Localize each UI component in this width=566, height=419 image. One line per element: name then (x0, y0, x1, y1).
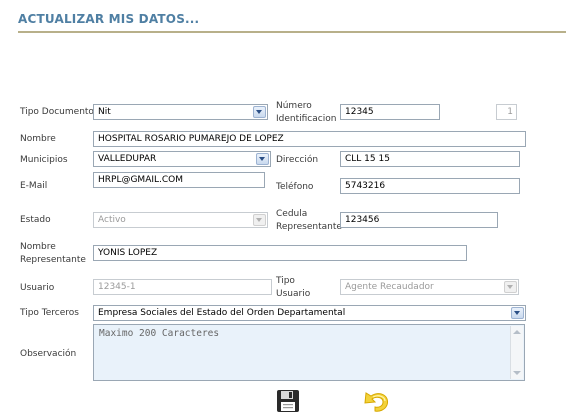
estado-label: Estado (20, 215, 51, 225)
chevron-down-icon (253, 106, 266, 118)
scroll-down-icon[interactable] (513, 371, 521, 375)
telefono-input[interactable]: 5743216 (340, 178, 520, 194)
chevron-down-icon (504, 281, 517, 293)
tipo-usuario-select[interactable]: Agente Recaudador (340, 279, 519, 295)
municipios-label: Municipios (20, 155, 68, 165)
cedula-representante-label-line1: Cedula (276, 209, 308, 219)
nombre-representante-label-line2: Representante (20, 255, 86, 265)
email-label: E-Mail (20, 181, 48, 191)
nombre-representante-label-line1: Nombre (20, 242, 56, 252)
tipo-documento-select[interactable]: Nit (93, 104, 268, 120)
chevron-down-icon (511, 307, 524, 319)
estado-value: Activo (98, 215, 126, 225)
cedula-representante-label-line2: Representante (276, 222, 342, 232)
observacion-label: Observación (20, 349, 77, 359)
tipo-usuario-label: Tipo Usuario (276, 275, 310, 301)
page-title: ACTUALIZAR MIS DATOS... (18, 12, 200, 26)
usuario-input[interactable]: 12345-1 (93, 279, 272, 295)
tipo-usuario-label-line2: Usuario (276, 289, 311, 299)
chevron-down-icon (256, 153, 269, 165)
return-arrow-icon (364, 392, 389, 412)
tipo-terceros-select[interactable]: Empresa Sociales del Estado del Orden De… (93, 305, 526, 321)
floppy-disk-icon (277, 390, 299, 412)
telefono-label: Teléfono (276, 182, 314, 192)
tipo-documento-value: Nit (98, 107, 111, 117)
numero-identificacion-label-line2: Identificacion (276, 114, 337, 124)
nombre-representante-label: Nombre Representante (20, 241, 86, 267)
numero-identificacion-input[interactable]: 12345 (340, 104, 440, 120)
tipo-terceros-value: Empresa Sociales del Estado del Orden De… (98, 308, 346, 318)
usuario-label: Usuario (20, 283, 55, 293)
tipo-documento-label: Tipo Documento (20, 107, 94, 117)
email-input[interactable]: HRPL@GMAIL.COM (93, 172, 265, 188)
nombre-input[interactable]: HOSPITAL ROSARIO PUMAREJO DE LOPEZ (93, 131, 526, 147)
direccion-input[interactable]: CLL 15 15 (340, 151, 520, 167)
observacion-placeholder: Maximo 200 Caracteres (99, 328, 220, 339)
cedula-representante-input[interactable]: 123456 (340, 212, 498, 228)
numero-identificacion-label: Número Identificacion (276, 100, 336, 126)
direccion-label: Dirección (276, 155, 319, 165)
nombre-representante-input[interactable]: YONIS LOPEZ (93, 245, 467, 261)
municipios-select[interactable]: VALLEDUPAR (93, 151, 271, 167)
tipo-usuario-label-line1: Tipo (276, 276, 295, 286)
nombre-label: Nombre (20, 134, 56, 144)
digito-verificacion-input[interactable]: 1 (496, 104, 517, 120)
tipo-terceros-label: Tipo Terceros (20, 308, 79, 318)
municipios-value: VALLEDUPAR (98, 154, 157, 164)
back-button[interactable] (362, 387, 392, 415)
scroll-up-icon[interactable] (513, 330, 521, 334)
chevron-down-icon (253, 214, 266, 226)
title-divider (18, 31, 566, 33)
observacion-textarea[interactable]: Maximo 200 Caracteres (93, 324, 525, 381)
observacion-scrollbar[interactable] (510, 326, 523, 379)
cedula-representante-label: Cedula Representante (276, 208, 342, 234)
tipo-usuario-value: Agente Recaudador (345, 282, 434, 292)
save-button[interactable] (276, 389, 300, 413)
estado-select[interactable]: Activo (93, 212, 268, 228)
numero-identificacion-label-line1: Número (276, 101, 312, 111)
